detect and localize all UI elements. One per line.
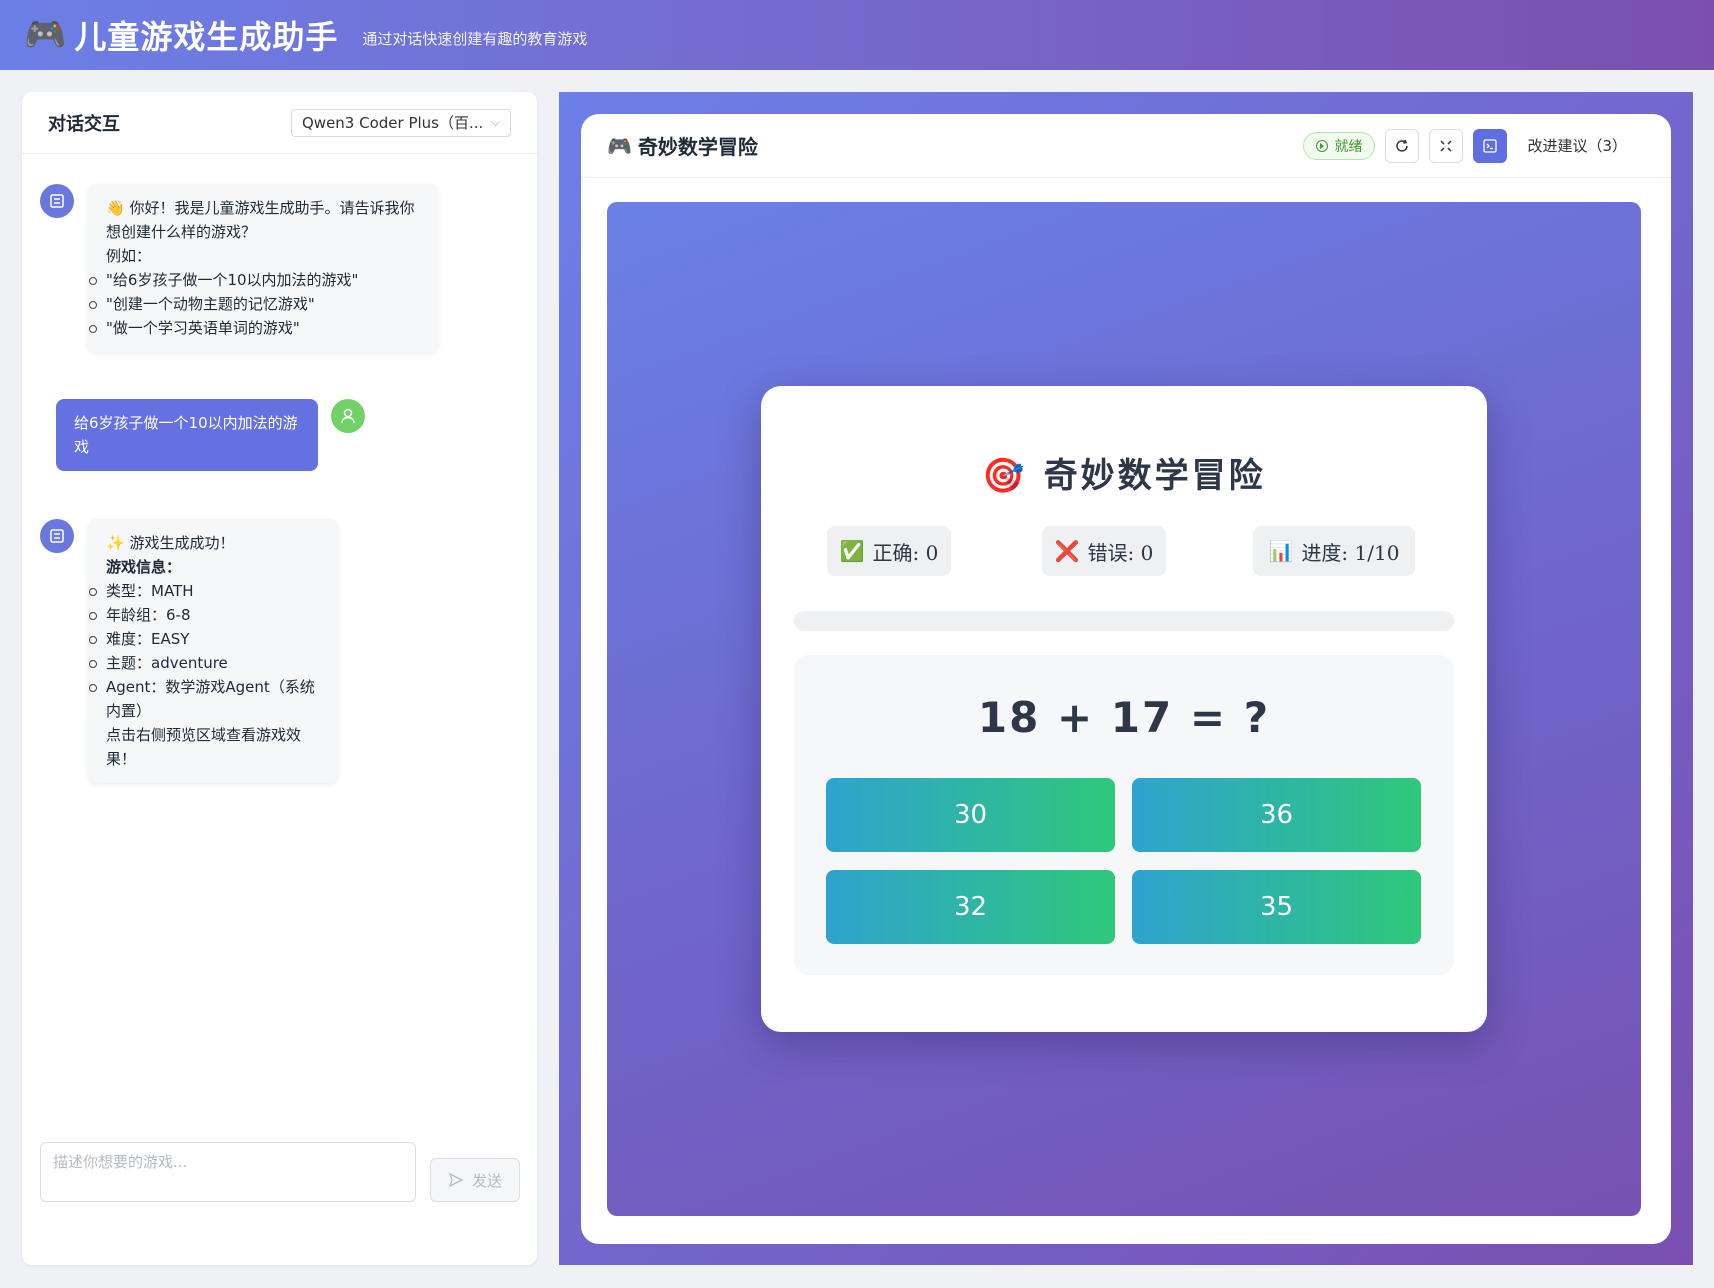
- cross-icon: ❌: [1054, 539, 1080, 563]
- fullscreen-icon: [1440, 139, 1452, 152]
- bot-avatar: [40, 184, 74, 218]
- message-text: 例如：: [106, 247, 152, 265]
- gamepad-icon: 🎮: [24, 15, 67, 55]
- user-message: 给6岁孩子做一个10以内加法的游戏: [56, 399, 318, 471]
- message-text: 点击右侧预览区域查看游戏效果！: [106, 726, 302, 768]
- preview-toolbar: 🎮 奇妙数学冒险 就绪 改进建议（3）: [581, 114, 1671, 178]
- message-text: 👋 你好！我是儿童游戏生成助手。请告诉我你想创建什么样的游戏？: [106, 199, 415, 241]
- game-heading-text: 奇妙数学冒险: [1043, 456, 1266, 496]
- progress-stat: 📊 进度: 1/10: [1253, 526, 1415, 576]
- app-title: 儿童游戏生成助手: [74, 18, 339, 56]
- message-text: 游戏信息：: [106, 558, 182, 576]
- game-heading: 🎯 奇妙数学冒险: [761, 448, 1487, 497]
- bot-message-success: ✨ 游戏生成成功！ 游戏信息： 类型：MATH 年龄组：6-8 难度：EASY …: [88, 519, 338, 783]
- list-item: 类型：MATH: [89, 579, 320, 603]
- message-text: 给6岁孩子做一个10以内加法的游戏: [74, 414, 298, 456]
- toolbar-actions: 就绪 改进建议（3）: [1303, 128, 1645, 163]
- list-item: 难度：EASY: [89, 627, 320, 651]
- answer-button[interactable]: 36: [1132, 778, 1421, 852]
- bot-message-welcome: 👋 你好！我是儿童游戏生成助手。请告诉我你想创建什么样的游戏？ 例如： "给6岁…: [88, 184, 438, 352]
- answer-button[interactable]: 32: [826, 870, 1115, 944]
- preview-card: 🎮 奇妙数学冒险 就绪 改进建议（3） 🎯 奇妙数学冒险 ✅ 正确: 0 ❌ 错…: [581, 114, 1671, 1244]
- progress-stat-label: 进度: 1/10: [1301, 540, 1400, 565]
- model-select[interactable]: Qwen3 Coder Plus（百... ⌵: [291, 108, 511, 137]
- bar-chart-icon: 📊: [1268, 539, 1294, 563]
- suggestions-button[interactable]: 改进建议（3）: [1527, 135, 1627, 156]
- console-button[interactable]: [1473, 128, 1508, 163]
- list-item: "创建一个动物主题的记忆游戏": [89, 292, 420, 316]
- user-avatar: [331, 399, 365, 433]
- preview-title-text: 奇妙数学冒险: [637, 135, 758, 159]
- list-item: "给6岁孩子做一个10以内加法的游戏": [89, 268, 420, 292]
- chat-header: 对话交互 Qwen3 Coder Plus（百... ⌵: [22, 92, 537, 154]
- message-text: ✨ 游戏生成成功！: [106, 534, 235, 552]
- list-item: Agent：数学游戏Agent（系统内置）: [89, 675, 320, 723]
- status-badge: 就绪: [1303, 131, 1376, 160]
- app-header: 🎮 儿童游戏生成助手 通过对话快速创建有趣的教育游戏: [0, 0, 1714, 70]
- correct-stat: ✅ 正确: 0: [827, 526, 951, 576]
- status-text: 就绪: [1334, 138, 1363, 155]
- send-icon: [448, 1172, 464, 1188]
- game-area: 🎯 奇妙数学冒险 ✅ 正确: 0 ❌ 错误: 0 📊 进度: 1/10 18 +…: [607, 202, 1641, 1216]
- example-list: "给6岁孩子做一个10以内加法的游戏" "创建一个动物主题的记忆游戏" "做一个…: [89, 268, 420, 340]
- chat-title: 对话交互: [48, 113, 120, 135]
- chevron-down-icon: ⌵: [490, 115, 500, 129]
- question-text: 18 + 17 = ?: [977, 693, 1271, 742]
- check-icon: ✅: [839, 539, 865, 563]
- game-card: 🎯 奇妙数学冒险 ✅ 正确: 0 ❌ 错误: 0 📊 进度: 1/10 18 +…: [761, 386, 1487, 1032]
- list-item: "做一个学习英语单词的游戏": [89, 316, 420, 340]
- refresh-button[interactable]: [1385, 128, 1420, 163]
- model-select-value: Qwen3 Coder Plus（百...: [302, 114, 484, 132]
- correct-stat-label: 正确: 0: [872, 540, 939, 565]
- robot-icon: [50, 194, 64, 208]
- send-button[interactable]: 发送: [430, 1158, 520, 1202]
- wrong-stat: ❌ 错误: 0: [1042, 526, 1166, 576]
- chat-input-placeholder: 描述你想要的游戏...: [53, 1153, 188, 1171]
- question-box: 18 + 17 = ? 30 36 32 35: [794, 655, 1454, 975]
- answer-button[interactable]: 35: [1132, 870, 1421, 944]
- preview-frame: 🎮 奇妙数学冒险 就绪 改进建议（3） 🎯 奇妙数学冒险 ✅ 正确: 0 ❌ 错…: [559, 92, 1693, 1265]
- wrong-stat-label: 错误: 0: [1087, 540, 1154, 565]
- gamepad-icon: 🎮: [607, 133, 632, 158]
- progress-bar: [794, 611, 1454, 631]
- preview-title: 🎮 奇妙数学冒险: [607, 131, 758, 160]
- chat-input[interactable]: 描述你想要的游戏...: [40, 1142, 416, 1202]
- answer-button[interactable]: 30: [826, 778, 1115, 852]
- terminal-icon: [1483, 138, 1498, 153]
- refresh-icon: [1396, 139, 1409, 152]
- chat-panel: 对话交互 Qwen3 Coder Plus（百... ⌵ 👋 你好！我是儿童游戏…: [22, 92, 537, 1265]
- app-subtitle: 通过对话快速创建有趣的教育游戏: [362, 29, 588, 48]
- play-circle-icon: [1316, 139, 1329, 152]
- target-icon: 🎯: [982, 456, 1028, 496]
- fullscreen-button[interactable]: [1429, 128, 1464, 163]
- list-item: 年龄组：6-8: [89, 603, 320, 627]
- list-item: 主题：adventure: [89, 651, 320, 675]
- game-info-list: 类型：MATH 年龄组：6-8 难度：EASY 主题：adventure Age…: [89, 579, 320, 723]
- robot-icon: [50, 529, 64, 543]
- send-label: 发送: [471, 1171, 502, 1190]
- bot-avatar: [40, 519, 74, 553]
- user-icon: [341, 408, 355, 424]
